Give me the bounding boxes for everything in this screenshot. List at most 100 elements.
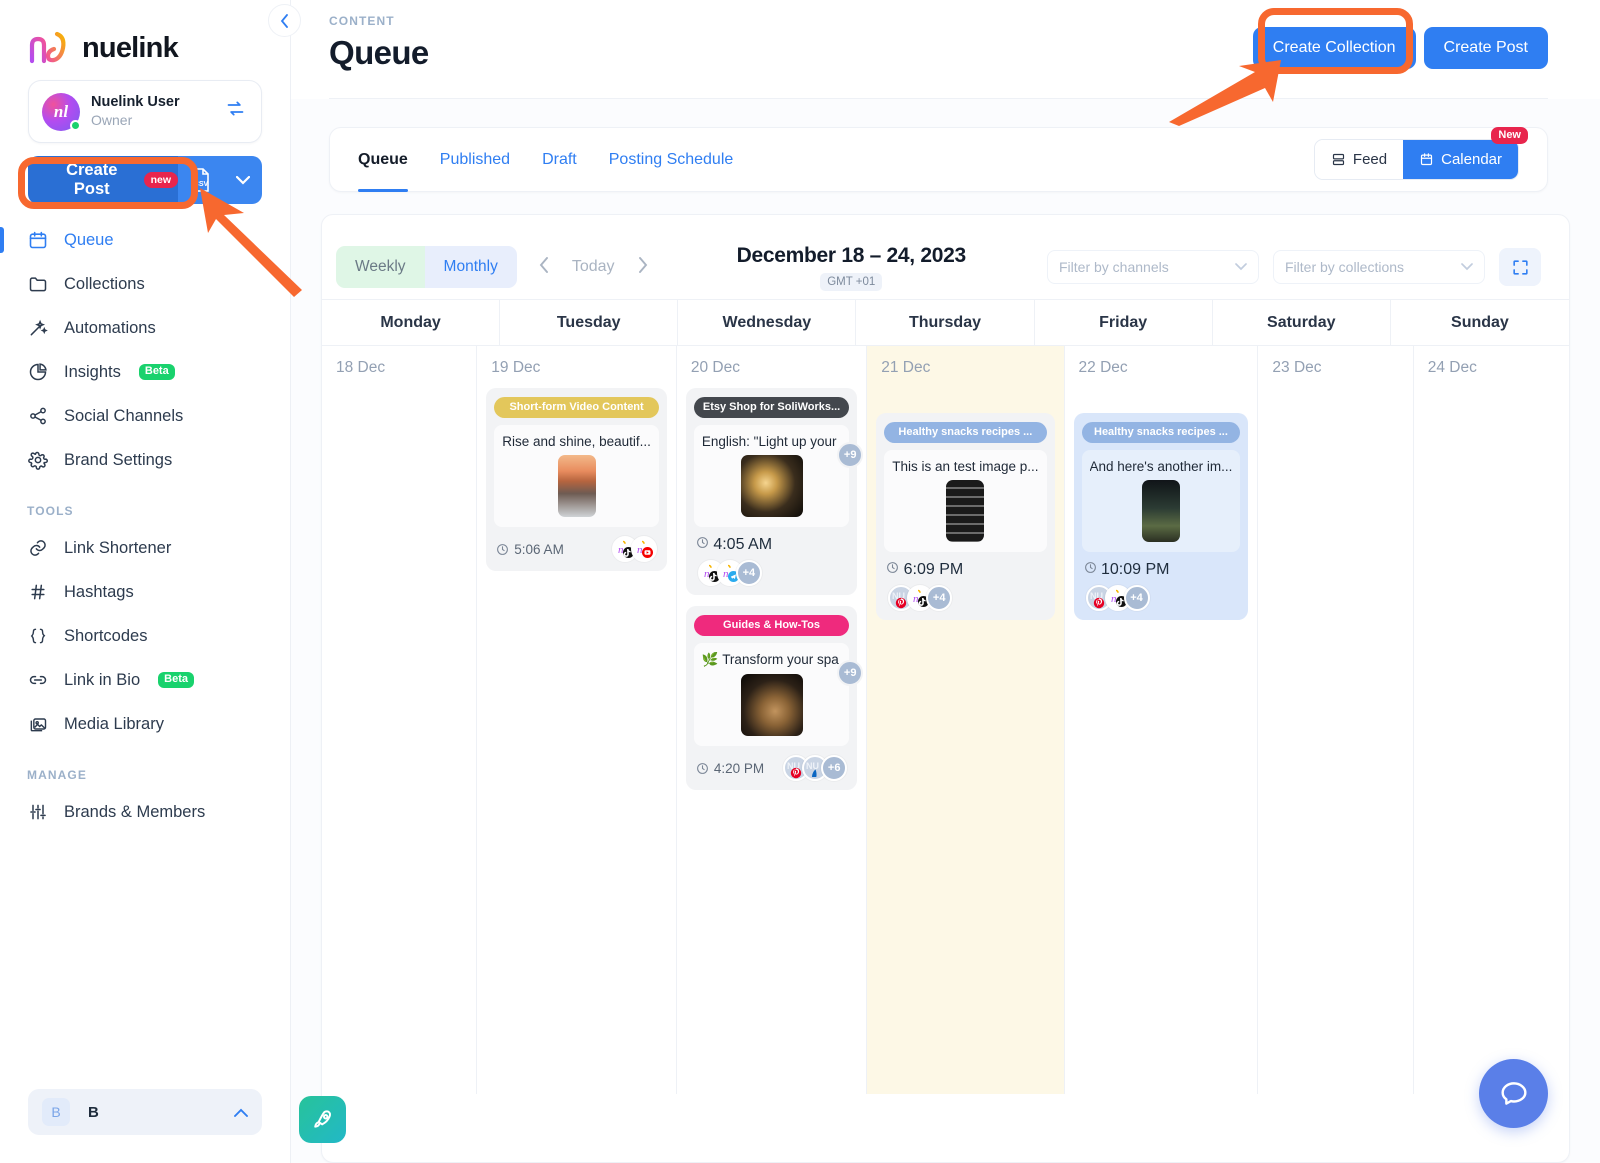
view-feed-label: Feed	[1352, 151, 1388, 168]
brand-switcher-label: B	[88, 1103, 99, 1121]
expand-icon	[1512, 259, 1528, 275]
chevron-down-icon	[1235, 260, 1247, 274]
sidebar-item-label: Hashtags	[64, 582, 134, 601]
sidebar-collapse-button[interactable]	[268, 4, 301, 37]
channel-avatars: NU n +4	[1084, 585, 1239, 611]
brand-logo[interactable]: nuelink	[0, 0, 290, 74]
sidebar-item-collections[interactable]: Collections	[0, 262, 290, 306]
post-text: 🌿 Transform your spa	[701, 652, 839, 667]
clock-icon	[696, 762, 708, 774]
rocket-icon	[313, 1109, 331, 1128]
weekly-button[interactable]: Weekly	[336, 246, 425, 288]
calendar-day-column[interactable]: 18 Dec	[322, 346, 478, 1094]
create-post-button[interactable]: Create Post new	[28, 156, 178, 204]
extra-channels-count: +4	[735, 560, 762, 586]
create-post-header-button[interactable]: Create Post	[1423, 27, 1548, 69]
post-body: Rise and shine, beautif...	[494, 425, 659, 527]
sidebar-item-social-channels[interactable]: Social Channels	[0, 394, 290, 438]
day-header: Saturday	[1213, 300, 1391, 345]
tab-published[interactable]: Published	[440, 128, 510, 191]
view-toggle: Feed Calendar New	[1313, 127, 1528, 180]
post-time-label: 4:05 AM	[713, 536, 773, 553]
sidebar-item-link-in-bio[interactable]: Link in Bio Beta	[0, 658, 290, 702]
share-nodes-icon	[27, 405, 49, 427]
filter-channels-select[interactable]: Filter by channels	[1047, 250, 1259, 284]
sidebar-item-hashtags[interactable]: Hashtags	[0, 570, 290, 614]
post-card[interactable]: Guides & How-Tos 🌿 Transform your spa +9…	[685, 606, 864, 790]
create-post-group: Create Post new CSV	[28, 156, 262, 204]
sidebar-item-shortcodes[interactable]: Shortcodes	[0, 614, 290, 658]
calendar-day-headers: Monday Tuesday Wednesday Thursday Friday…	[322, 299, 1569, 345]
create-post-dropdown-button[interactable]	[224, 156, 262, 204]
braces-icon	[27, 625, 49, 647]
prev-week-button[interactable]	[531, 256, 558, 279]
monthly-button[interactable]: Monthly	[424, 246, 517, 288]
whats-new-rocket-button[interactable]	[299, 1096, 346, 1143]
help-chat-button[interactable]	[1479, 1059, 1548, 1128]
sidebar-item-insights[interactable]: Insights Beta	[0, 350, 290, 394]
sidebar-item-link-shortener[interactable]: Link Shortener	[0, 526, 290, 570]
filter-collections-select[interactable]: Filter by collections	[1273, 250, 1485, 284]
fullscreen-button[interactable]	[1499, 248, 1541, 286]
link-chain-icon	[27, 669, 49, 691]
calendar-day-column-today[interactable]: 21 Dec Healthy snacks recipes ... This i…	[867, 346, 1065, 1094]
beta-badge: Beta	[158, 672, 194, 688]
calendar-grid: 18 Dec 19 Dec Short-form Video Content R…	[322, 345, 1569, 1094]
view-calendar-button[interactable]: Calendar	[1403, 140, 1518, 179]
brand-initial: B	[42, 1098, 70, 1126]
csv-import-button[interactable]: CSV	[178, 156, 224, 204]
post-card[interactable]: Healthy snacks recipes ... This is an te…	[876, 413, 1055, 620]
post-meta: 10:09 PM NU n +4	[1082, 561, 1241, 611]
account-card[interactable]: nl Nuelink User Owner	[28, 80, 262, 143]
channel-avatars: NU n +4	[886, 585, 1044, 611]
post-thumbnail	[1141, 480, 1180, 542]
tab-posting-schedule[interactable]: Posting Schedule	[609, 128, 734, 191]
sidebar-item-automations[interactable]: Automations	[0, 306, 290, 350]
sidebar-item-label: Queue	[64, 230, 114, 249]
next-week-button[interactable]	[629, 256, 656, 279]
post-time-label: 5:06 AM	[514, 541, 564, 557]
day-number: 22 Dec	[1078, 359, 1128, 376]
sidebar-item-label: Automations	[64, 318, 156, 337]
view-period-segment: Weekly Monthly	[336, 246, 517, 288]
post-card[interactable]: Healthy snacks recipes ... And here's an…	[1073, 413, 1249, 620]
post-thumbnail	[946, 480, 985, 542]
post-body: And here's another im...	[1081, 450, 1241, 552]
sidebar-item-brands-members[interactable]: Brands & Members	[0, 790, 290, 834]
post-card[interactable]: Etsy Shop for SoliWorks... English: "Lig…	[685, 388, 864, 595]
calendar-day-column[interactable]: 19 Dec Short-form Video Content Rise and…	[477, 346, 677, 1094]
calendar-day-column[interactable]: 23 Dec	[1258, 346, 1414, 1094]
create-collection-button[interactable]: Create Collection	[1252, 27, 1416, 69]
day-number: 23 Dec	[1272, 359, 1322, 376]
post-card[interactable]: Short-form Video Content Rise and shine,…	[486, 388, 667, 571]
filter-channels-placeholder: Filter by channels	[1059, 259, 1169, 275]
tab-draft[interactable]: Draft	[542, 128, 577, 191]
day-number: 21 Dec	[881, 359, 931, 376]
sidebar-item-brand-settings[interactable]: Brand Settings	[0, 438, 290, 482]
gear-icon	[27, 449, 49, 471]
channel-avatars: n n	[611, 536, 657, 562]
calendar-day-column[interactable]: 20 Dec Etsy Shop for SoliWorks... Englis…	[677, 346, 868, 1094]
create-post-label: Create Post	[66, 161, 118, 198]
today-button[interactable]: Today	[572, 258, 615, 276]
sidebar-section-manage: MANAGE	[27, 768, 87, 782]
view-feed-button[interactable]: Feed	[1314, 140, 1404, 179]
sidebar-item-label: Link Shortener	[64, 538, 172, 557]
sidebar-nav: Queue Collections Automations Insights B…	[0, 218, 290, 834]
brand-switcher[interactable]: B B	[28, 1089, 262, 1135]
hash-icon	[27, 581, 49, 603]
post-meta: 4:05 AM n n +4	[694, 536, 849, 586]
calendar-day-column[interactable]: 24 Dec	[1414, 346, 1569, 1094]
switch-account-icon[interactable]	[225, 98, 248, 125]
collection-chip: Short-form Video Content	[494, 397, 659, 418]
sidebar-item-media-library[interactable]: Media Library	[0, 702, 290, 746]
tab-queue[interactable]: Queue	[358, 128, 408, 192]
clock-icon	[1084, 562, 1096, 573]
sidebar-item-queue[interactable]: Queue	[0, 218, 290, 262]
day-number: 20 Dec	[690, 359, 740, 376]
page-title: Queue	[329, 34, 429, 71]
post-meta: 4:20 PM NU NU +6	[694, 755, 849, 781]
calendar-day-column[interactable]: 22 Dec Healthy snacks recipes ... And he…	[1065, 346, 1259, 1094]
post-text: English: "Light up your	[701, 434, 837, 449]
day-header: Monday	[322, 300, 501, 345]
